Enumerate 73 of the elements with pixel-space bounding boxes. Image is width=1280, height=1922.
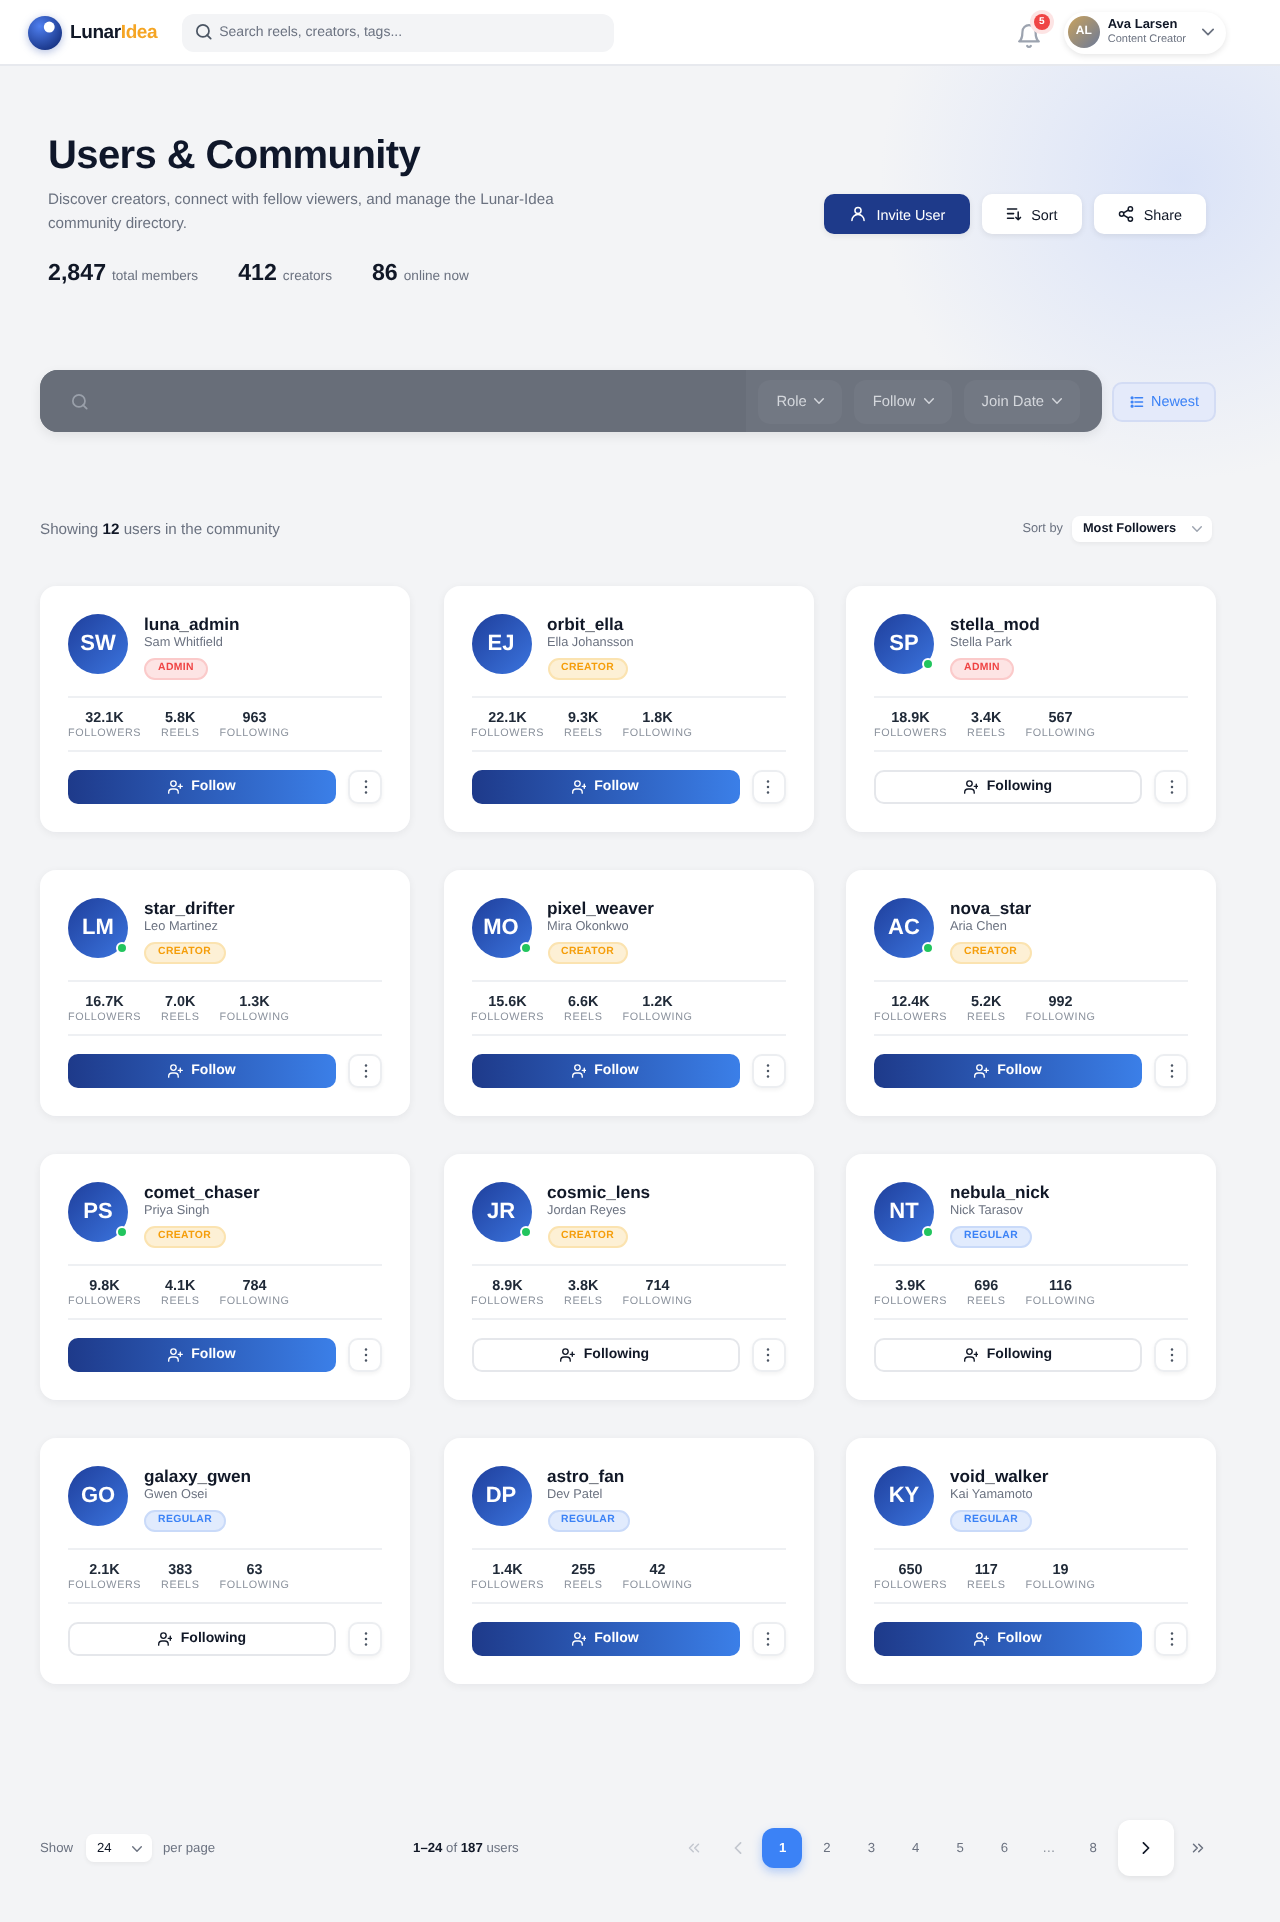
bell-icon[interactable] bbox=[1017, 23, 1040, 47]
chevron-down-icon bbox=[923, 398, 934, 404]
username: cosmic_lens bbox=[547, 1182, 651, 1202]
more-options-button[interactable] bbox=[751, 1054, 785, 1088]
more-options-button[interactable] bbox=[1154, 1622, 1188, 1656]
user-plus-icon bbox=[571, 1632, 587, 1646]
double-chevron-right-icon bbox=[1192, 1842, 1204, 1854]
more-options-button[interactable] bbox=[348, 1622, 382, 1656]
more-options-button[interactable] bbox=[348, 1338, 382, 1372]
stat-value: 2,847 bbox=[48, 260, 107, 286]
username: star_drifter bbox=[144, 898, 235, 918]
sphere-logo-icon bbox=[28, 15, 62, 49]
user-plus-icon bbox=[560, 1348, 576, 1362]
username: galaxy_gwen bbox=[144, 1466, 251, 1486]
more-options-button[interactable] bbox=[1154, 1338, 1188, 1372]
user-plus-icon bbox=[168, 780, 184, 794]
user-avatar: GO bbox=[68, 1466, 128, 1526]
more-options-button[interactable] bbox=[348, 770, 382, 804]
user-plus-icon bbox=[571, 780, 587, 794]
page-title: Users & Community bbox=[48, 132, 423, 180]
username: pixel_weaver bbox=[547, 898, 655, 918]
user-avatar: SW bbox=[68, 614, 128, 674]
username: orbit_ella bbox=[547, 614, 624, 634]
user-avatar: PS bbox=[68, 1182, 128, 1242]
username: nebula_nick bbox=[950, 1182, 1050, 1202]
more-options-button[interactable] bbox=[751, 770, 785, 804]
more-options-button[interactable] bbox=[348, 1054, 382, 1088]
logo-text: LunarIdea bbox=[70, 21, 158, 43]
share-icon bbox=[1117, 206, 1134, 222]
user-avatar: NT bbox=[874, 1182, 934, 1242]
next-page-button[interactable] bbox=[1117, 1820, 1174, 1876]
chevron-down-icon bbox=[814, 398, 825, 404]
user-plus-icon bbox=[168, 1064, 184, 1078]
username: nova_star bbox=[950, 898, 1032, 918]
user-avatar: LM bbox=[68, 898, 128, 958]
username: stella_mod bbox=[950, 614, 1040, 634]
chevron-right-icon bbox=[1139, 1842, 1152, 1854]
chevron-down-icon bbox=[1052, 398, 1062, 404]
stat-value: 86 bbox=[371, 260, 398, 286]
list-filter-icon bbox=[1129, 395, 1144, 407]
more-options-button[interactable] bbox=[1154, 1054, 1188, 1088]
stat-value: 412 bbox=[238, 260, 277, 286]
user-avatar: MO bbox=[471, 898, 531, 958]
search-field[interactable] bbox=[40, 370, 747, 432]
chevron-left-icon bbox=[732, 1842, 745, 1854]
search-icon bbox=[195, 24, 212, 40]
user-avatar: SP bbox=[874, 614, 934, 674]
username: astro_fan bbox=[547, 1466, 625, 1486]
user-avatar: KY bbox=[874, 1466, 934, 1526]
chevron-down-icon bbox=[1192, 526, 1202, 532]
search-icon bbox=[72, 393, 88, 409]
user-plus-icon bbox=[157, 1632, 173, 1646]
username: luna_admin bbox=[144, 614, 240, 634]
username: comet_chaser bbox=[144, 1182, 260, 1202]
user-plus-icon bbox=[168, 1348, 184, 1362]
user-plus-icon bbox=[974, 1064, 990, 1078]
double-chevron-left-icon bbox=[687, 1842, 700, 1854]
more-options-button[interactable] bbox=[1154, 770, 1188, 804]
user-avatar: DP bbox=[471, 1466, 531, 1526]
sort-icon bbox=[1005, 206, 1022, 222]
chevron-down-icon bbox=[131, 1845, 141, 1851]
user-avatar: JR bbox=[471, 1182, 531, 1242]
user-plus-icon bbox=[974, 1632, 990, 1646]
user-avatar: EJ bbox=[471, 614, 531, 674]
user-plus-icon bbox=[963, 1348, 979, 1362]
user-avatar: AC bbox=[874, 898, 934, 958]
more-options-button[interactable] bbox=[751, 1622, 785, 1656]
user-plus-icon bbox=[963, 780, 979, 794]
user-icon bbox=[850, 206, 867, 222]
username: void_walker bbox=[950, 1466, 1049, 1486]
user-plus-icon bbox=[571, 1064, 587, 1078]
more-options-button[interactable] bbox=[751, 1338, 785, 1372]
chevron-down-icon bbox=[1202, 28, 1214, 36]
